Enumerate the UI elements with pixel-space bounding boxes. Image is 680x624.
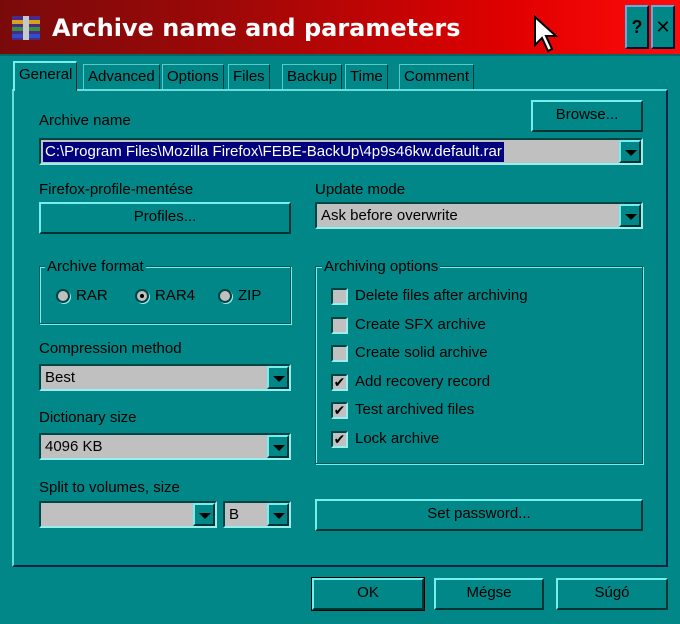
chevron-down-icon[interactable]: [267, 435, 289, 458]
dictionary-select[interactable]: 4096 KB: [39, 433, 291, 460]
dictionary-value: 4096 KB: [45, 438, 103, 455]
profiles-button[interactable]: Profiles...: [39, 202, 291, 234]
checkbox-delete-files[interactable]: [331, 288, 348, 305]
split-size-combo[interactable]: [39, 501, 217, 528]
set-password-button[interactable]: Set password...: [315, 499, 643, 531]
checkbox-create-sfx-label[interactable]: Create SFX archive: [355, 315, 486, 335]
split-unit-select[interactable]: B: [223, 501, 291, 528]
radio-rar[interactable]: [56, 289, 70, 303]
tab-comment[interactable]: Comment: [399, 64, 475, 90]
title-bar[interactable]: Archive name and parameters ? ✕: [0, 0, 680, 56]
browse-button[interactable]: Browse...: [531, 100, 643, 132]
checkbox-lock-archive-label[interactable]: Lock archive: [355, 429, 439, 449]
ok-button[interactable]: OK: [311, 577, 425, 611]
tab-options[interactable]: Options: [162, 64, 224, 90]
compression-value: Best: [45, 369, 76, 386]
radio-rar4-label[interactable]: RAR4: [155, 286, 195, 306]
tab-files[interactable]: Files: [228, 64, 270, 90]
checkbox-test-files[interactable]: ✔: [331, 402, 348, 419]
split-unit-value: B: [229, 506, 240, 523]
checkbox-recovery-record-label[interactable]: Add recovery record: [355, 372, 490, 392]
tab-backup[interactable]: Backup: [282, 64, 343, 90]
split-size-value[interactable]: [43, 505, 47, 525]
checkbox-recovery-record[interactable]: ✔: [331, 374, 348, 391]
radio-zip-label[interactable]: ZIP: [238, 286, 261, 306]
checkbox-create-sfx[interactable]: [331, 317, 348, 334]
checkbox-test-files-label[interactable]: Test archived files: [355, 400, 474, 420]
update-mode-value: Ask before overwrite: [321, 207, 458, 224]
compression-select[interactable]: Best: [39, 364, 291, 391]
chevron-down-icon[interactable]: [267, 366, 289, 389]
checkbox-lock-archive[interactable]: ✔: [331, 431, 348, 448]
help-button[interactable]: ?: [625, 5, 649, 49]
archive-name-combo[interactable]: C:\Program Files\Mozilla Firefox\FEBE-Ba…: [39, 138, 643, 165]
chevron-down-icon[interactable]: [619, 204, 641, 227]
checkbox-delete-files-label[interactable]: Delete files after archiving: [355, 286, 528, 306]
tab-time[interactable]: Time: [345, 64, 388, 90]
update-mode-select[interactable]: Ask before overwrite: [315, 202, 643, 229]
update-mode-label: Update mode: [315, 181, 406, 198]
tab-general[interactable]: General: [13, 61, 78, 91]
chevron-down-icon[interactable]: [193, 503, 215, 526]
radio-rar4[interactable]: [135, 289, 149, 303]
mouse-pointer-icon: [534, 15, 559, 53]
chevron-down-icon[interactable]: [619, 140, 641, 163]
archive-name-value[interactable]: C:\Program Files\Mozilla Firefox\FEBE-Ba…: [43, 142, 504, 162]
radio-rar-label[interactable]: RAR: [76, 286, 108, 306]
archiving-options-legend: Archiving options: [322, 258, 441, 276]
profile-label: Firefox-profile-mentése: [39, 181, 194, 198]
help-footer-button[interactable]: Súgó: [556, 578, 668, 610]
archive-name-label: Archive name: [39, 112, 131, 129]
radio-zip[interactable]: [218, 289, 232, 303]
compression-label: Compression method: [39, 340, 182, 357]
close-button[interactable]: ✕: [651, 5, 675, 49]
winrar-app-icon: [12, 16, 40, 40]
chevron-down-icon[interactable]: [267, 503, 289, 526]
archive-format-legend: Archive format: [45, 258, 146, 276]
window-title: Archive name and parameters: [52, 14, 461, 42]
split-label: Split to volumes, size: [39, 479, 180, 496]
checkbox-create-solid-label[interactable]: Create solid archive: [355, 343, 488, 363]
cancel-button[interactable]: Mégse: [434, 578, 544, 610]
dictionary-label: Dictionary size: [39, 409, 137, 426]
checkbox-create-solid[interactable]: [331, 345, 348, 362]
tab-advanced[interactable]: Advanced: [83, 64, 160, 90]
